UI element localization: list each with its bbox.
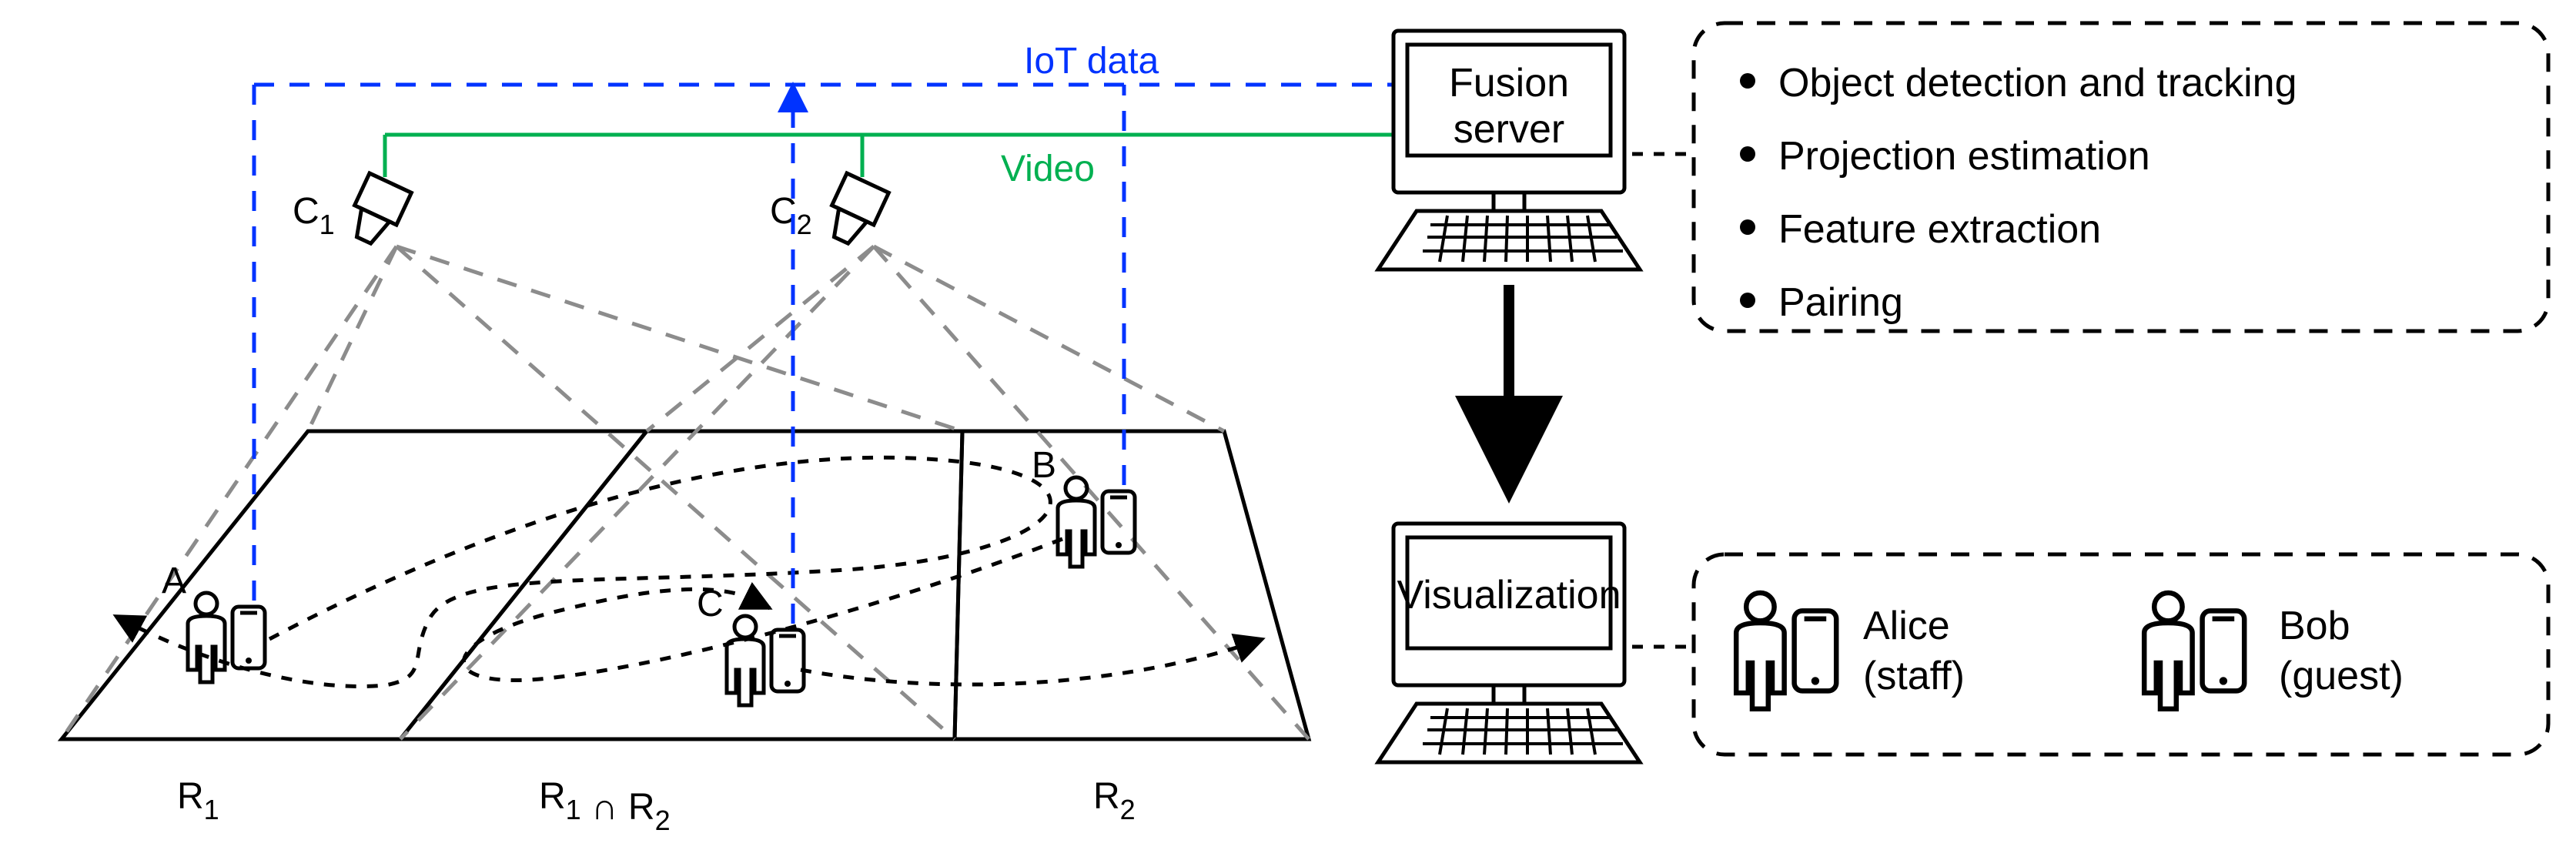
svg-text:server: server [1454, 107, 1564, 152]
person-c [727, 616, 804, 705]
floor-regions [62, 431, 1309, 739]
svg-text:R2: R2 [1093, 776, 1136, 825]
alice-role: (staff) [1863, 654, 1965, 698]
identity-bob [2144, 593, 2244, 709]
video-link [385, 135, 1393, 177]
video-label: Video [1001, 149, 1095, 189]
person-b [1058, 477, 1135, 567]
svg-text:R1: R1 [177, 776, 219, 825]
alice-name: Alice [1863, 604, 1950, 648]
svg-text:Feature extraction: Feature extraction [1778, 207, 2101, 252]
person-a-label: A [162, 561, 186, 601]
iot-link [254, 85, 1393, 624]
svg-text:Projection estimation: Projection estimation [1778, 134, 2150, 179]
camera-c1 [343, 173, 411, 250]
svg-text:Pairing: Pairing [1778, 280, 1903, 325]
svg-text:Visualization: Visualization [1397, 573, 1621, 617]
bob-role: (guest) [2279, 654, 2404, 698]
person-a [188, 593, 265, 682]
identities-box [1694, 554, 2548, 755]
bob-name: Bob [2279, 604, 2350, 648]
identity-alice [1736, 593, 1836, 709]
fusion-list: Object detection and tracking Projection… [1740, 61, 2297, 325]
svg-text:Fusion: Fusion [1449, 61, 1569, 105]
svg-text:R1 ∩ R2: R1 ∩ R2 [539, 776, 671, 836]
svg-text:Object detection and tracking: Object detection and tracking [1778, 61, 2297, 105]
visualization-computer: Visualization [1378, 524, 1640, 762]
camera-c1-label: C1 [293, 191, 335, 240]
iot-label: IoT data [1024, 41, 1159, 82]
camera-c2-label: C2 [770, 191, 812, 240]
fusion-server: Fusion server [1378, 31, 1640, 269]
camera-c2 [820, 173, 888, 250]
region-labels: R1 R1 ∩ R2 R2 [177, 776, 1136, 836]
